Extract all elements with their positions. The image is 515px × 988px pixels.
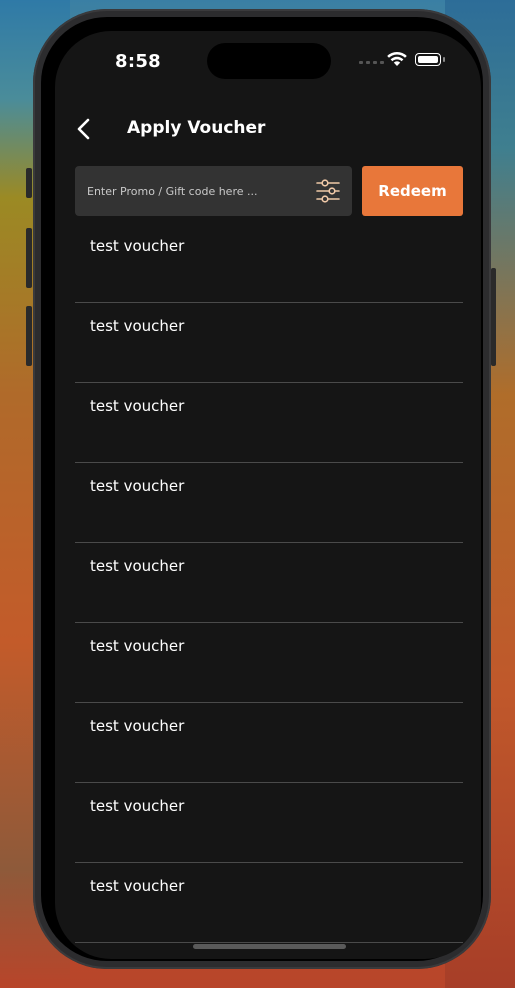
voucher-item[interactable]: test voucher <box>75 623 463 703</box>
voucher-name: test voucher <box>90 717 185 735</box>
phone-frame: 8:58 Apply Voucher Enter Promo / Gift co… <box>33 9 491 969</box>
voucher-item[interactable]: test voucher <box>75 543 463 623</box>
power-button <box>491 268 496 366</box>
voucher-name: test voucher <box>90 317 185 335</box>
status-time: 8:58 <box>115 51 161 72</box>
volume-down-button <box>26 306 32 366</box>
voucher-name: test voucher <box>90 397 185 415</box>
battery-tip <box>443 57 445 62</box>
app-header: Apply Voucher <box>55 111 481 147</box>
wifi-icon <box>387 51 407 66</box>
voucher-item[interactable]: test voucher <box>75 463 463 543</box>
promo-code-input[interactable] <box>75 166 295 216</box>
voucher-list: test voucher test voucher test voucher t… <box>75 223 463 943</box>
voucher-item[interactable]: test voucher <box>75 303 463 383</box>
promo-row: Redeem <box>75 166 463 216</box>
voucher-item[interactable]: test voucher <box>75 703 463 783</box>
page-title: Apply Voucher <box>127 118 266 138</box>
phone-bezel: 8:58 Apply Voucher Enter Promo / Gift co… <box>41 17 483 961</box>
home-indicator <box>193 944 346 949</box>
promo-code-field <box>75 166 352 216</box>
action-button <box>26 168 32 198</box>
voucher-name: test voucher <box>90 557 185 575</box>
volume-up-button <box>26 228 32 288</box>
voucher-name: test voucher <box>90 477 185 495</box>
cellular-signal-icon <box>359 61 384 64</box>
back-chevron-icon[interactable] <box>73 117 95 141</box>
dynamic-island <box>207 43 331 79</box>
redeem-button[interactable]: Redeem <box>362 166 463 216</box>
voucher-name: test voucher <box>90 237 185 255</box>
filter-sliders-icon[interactable] <box>315 178 341 204</box>
voucher-item[interactable]: test voucher <box>75 863 463 943</box>
voucher-item[interactable]: test voucher <box>75 223 463 303</box>
voucher-name: test voucher <box>90 637 185 655</box>
app-screen: 8:58 Apply Voucher Enter Promo / Gift co… <box>55 31 481 959</box>
battery-icon <box>415 53 441 66</box>
voucher-name: test voucher <box>90 797 185 815</box>
voucher-item[interactable]: test voucher <box>75 783 463 863</box>
status-bar: 8:58 <box>55 31 481 91</box>
voucher-item[interactable]: test voucher <box>75 383 463 463</box>
voucher-name: test voucher <box>90 877 185 895</box>
